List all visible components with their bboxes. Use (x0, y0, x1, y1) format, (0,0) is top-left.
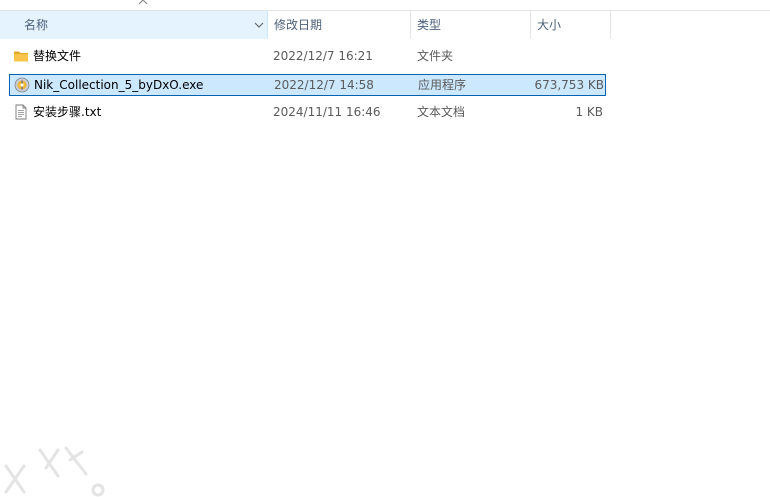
folder-icon (14, 51, 28, 62)
chevron-down-icon[interactable] (254, 21, 264, 29)
file-name: Nik_Collection_5_byDxO.exe (34, 78, 204, 92)
file-explorer-view: 名称 修改日期 类型 大小 替换文件 2022/12/7 16:21 文件夹 N… (0, 0, 770, 497)
application-icon (14, 77, 30, 93)
file-name: 替换文件 (33, 49, 82, 63)
column-header-type[interactable]: 类型 (411, 11, 531, 39)
file-size (509, 46, 603, 66)
column-header-size[interactable]: 大小 (531, 11, 611, 39)
file-date: 2024/11/11 16:46 (273, 105, 381, 119)
file-row[interactable]: 替换文件 2022/12/7 16:21 文件夹 (9, 46, 606, 68)
sort-up-icon (138, 0, 148, 5)
file-name: 安装步骤.txt (33, 105, 102, 119)
text-document-icon (15, 104, 27, 120)
column-header-bar: 名称 修改日期 类型 大小 (0, 11, 611, 39)
column-header-date[interactable]: 修改日期 (268, 11, 411, 39)
column-header-type-label: 类型 (417, 18, 442, 32)
watermark-graphic (4, 446, 105, 497)
file-row[interactable]: 安装步骤.txt 2024/11/11 16:46 文本文档 1 KB (9, 102, 606, 124)
column-header-name-label: 名称 (24, 18, 49, 32)
file-row-selected[interactable]: Nik_Collection_5_byDxO.exe 2022/12/7 14:… (9, 74, 606, 96)
file-size: 673,753 KB (534, 78, 604, 92)
file-size: 1 KB (575, 105, 603, 119)
column-header-date-label: 修改日期 (274, 18, 323, 32)
column-header-name[interactable]: 名称 (0, 11, 268, 39)
file-date: 2022/12/7 14:58 (274, 78, 374, 92)
column-header-size-label: 大小 (537, 18, 562, 32)
file-date: 2022/12/7 16:21 (273, 49, 373, 63)
